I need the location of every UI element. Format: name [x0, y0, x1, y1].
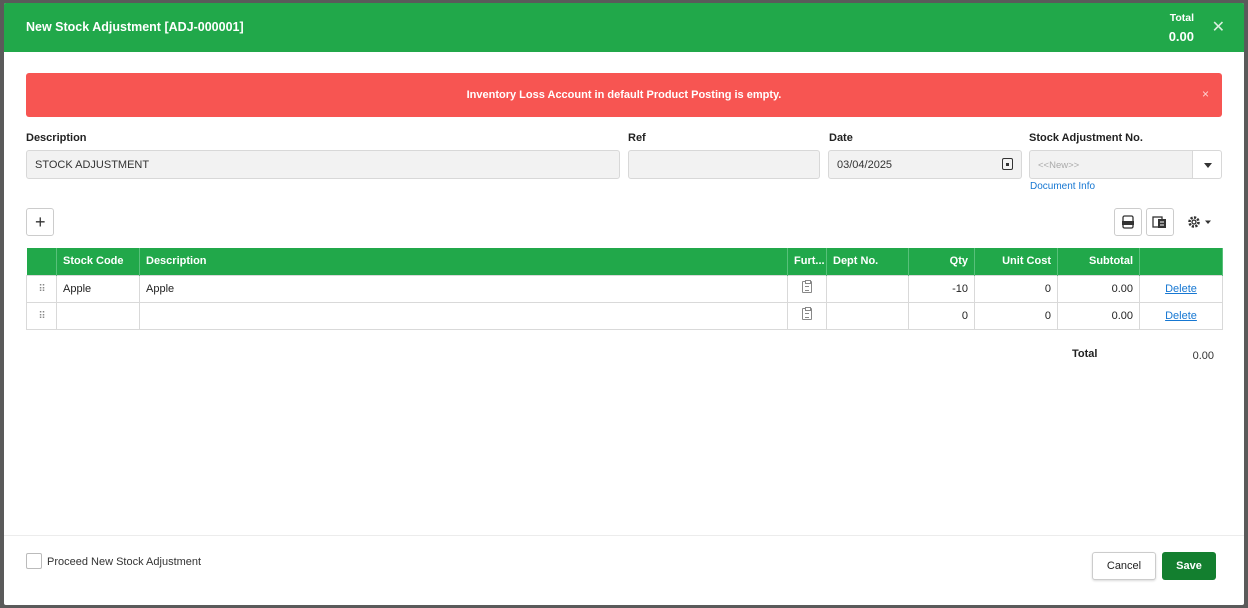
settings-dropdown[interactable]: [1184, 211, 1218, 233]
error-alert: Inventory Loss Account in default Produc…: [26, 73, 1222, 117]
stock-code-cell[interactable]: Apple: [56, 274, 140, 303]
close-icon[interactable]: ✕: [1212, 17, 1225, 37]
col-header-further[interactable]: Furt...: [787, 248, 827, 275]
dept-no-cell[interactable]: [826, 301, 909, 330]
table-row: ⠿ Apple Apple -10 0 0.00 Delete: [26, 274, 1223, 303]
stock-adjustment-no-input[interactable]: <<New>>: [1029, 150, 1193, 179]
description-cell[interactable]: [139, 301, 788, 330]
dialog-title: New Stock Adjustment [ADJ-000001]: [26, 20, 244, 34]
drag-handle[interactable]: ⠿: [26, 274, 57, 303]
drag-handle-icon: ⠿: [38, 310, 45, 322]
summary-total-label: Total: [1072, 348, 1098, 360]
table-row: ⠿ 0 0 0.00 Delete: [26, 301, 1223, 330]
save-button[interactable]: Save: [1162, 552, 1216, 580]
col-header-description[interactable]: Description: [139, 248, 788, 275]
further-cell[interactable]: [787, 274, 827, 303]
add-row-button[interactable]: +: [26, 208, 54, 236]
date-input[interactable]: 03/04/2025: [828, 150, 1022, 179]
dialog-header: New Stock Adjustment [ADJ-000001] Total …: [4, 3, 1244, 52]
copy-icon: [1152, 216, 1166, 228]
col-header-stock-code[interactable]: Stock Code: [56, 248, 140, 275]
action-cell: Delete: [1139, 301, 1223, 330]
footer-divider: [4, 535, 1244, 536]
copy-button[interactable]: [1146, 208, 1174, 236]
qty-cell[interactable]: -10: [908, 274, 975, 303]
header-total-value: 0.00: [1168, 29, 1194, 44]
unit-cost-cell[interactable]: 0: [974, 301, 1058, 330]
proceed-new-checkbox[interactable]: [26, 553, 42, 569]
action-cell: Delete: [1139, 274, 1223, 303]
csv-export-button[interactable]: [1114, 208, 1142, 236]
dept-no-cell[interactable]: [826, 274, 909, 303]
col-header-qty[interactable]: Qty: [908, 248, 975, 275]
col-header-subtotal[interactable]: Subtotal: [1057, 248, 1140, 275]
gear-icon: [1188, 216, 1211, 228]
proceed-new-label[interactable]: Proceed New Stock Adjustment: [47, 556, 201, 568]
drag-handle[interactable]: ⠿: [26, 301, 57, 330]
calendar-icon[interactable]: [1002, 158, 1013, 170]
col-header-drag: [26, 248, 57, 275]
description-label: Description: [26, 132, 87, 144]
chevron-down-icon: [1204, 163, 1212, 168]
subtotal-cell: 0.00: [1057, 301, 1140, 330]
stock-code-cell[interactable]: [56, 301, 140, 330]
alert-message: Inventory Loss Account in default Produc…: [466, 89, 782, 101]
qty-cell[interactable]: 0: [908, 301, 975, 330]
col-header-unit-cost[interactable]: Unit Cost: [974, 248, 1058, 275]
cancel-button[interactable]: Cancel: [1092, 552, 1156, 580]
date-label: Date: [829, 132, 853, 144]
delete-link[interactable]: Delete: [1165, 283, 1197, 295]
doc-no-dropdown-button[interactable]: [1192, 150, 1222, 179]
clipboard-icon[interactable]: [802, 280, 812, 293]
subtotal-cell: 0.00: [1057, 274, 1140, 303]
col-header-dept-no[interactable]: Dept No.: [826, 248, 909, 275]
clipboard-icon[interactable]: [802, 307, 812, 320]
csv-icon: [1122, 215, 1134, 229]
table-header-row: Stock Code Description Furt... Dept No. …: [26, 248, 1223, 275]
alert-close-icon[interactable]: ×: [1202, 87, 1209, 101]
stock-adjustment-dialog: New Stock Adjustment [ADJ-000001] Total …: [4, 3, 1244, 605]
date-value: 03/04/2025: [837, 159, 893, 171]
description-input[interactable]: STOCK ADJUSTMENT: [26, 150, 620, 179]
header-total-label: Total: [1169, 12, 1194, 24]
col-header-action: [1139, 248, 1223, 275]
plus-icon: +: [35, 212, 46, 232]
stock-adjustment-no-label: Stock Adjustment No.: [1029, 132, 1143, 144]
drag-handle-icon: ⠿: [38, 283, 45, 295]
document-info-link[interactable]: Document Info: [1030, 181, 1095, 192]
description-cell[interactable]: Apple: [139, 274, 788, 303]
unit-cost-cell[interactable]: 0: [974, 274, 1058, 303]
delete-link[interactable]: Delete: [1165, 310, 1197, 322]
further-cell[interactable]: [787, 301, 827, 330]
ref-input[interactable]: [628, 150, 820, 179]
summary-total-value: 0.00: [1192, 350, 1214, 362]
ref-label: Ref: [628, 132, 646, 144]
stock-adjustment-lines-table: Stock Code Description Furt... Dept No. …: [26, 248, 1223, 330]
